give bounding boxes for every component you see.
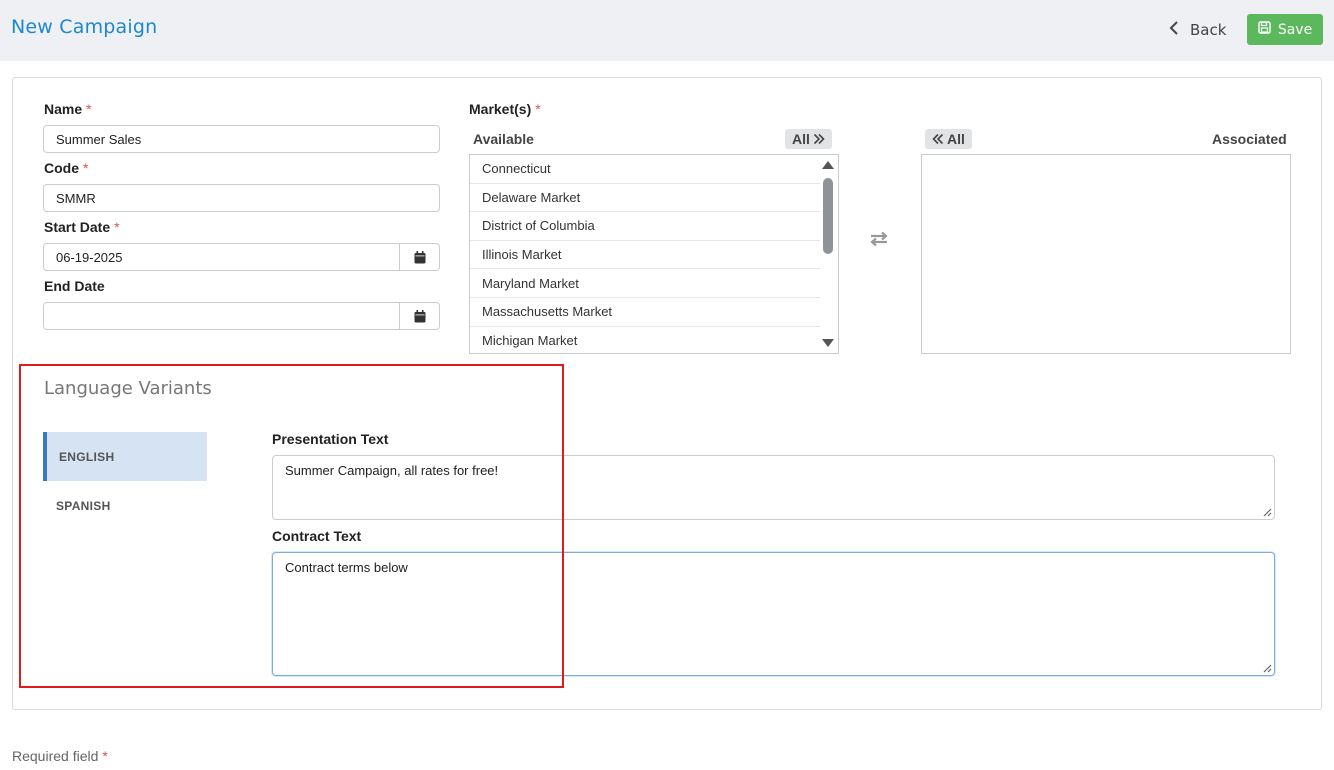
list-item[interactable]: Michigan Market (470, 327, 820, 353)
list-item[interactable]: Illinois Market (470, 241, 820, 270)
start-date-calendar-button[interactable] (399, 244, 439, 270)
swap-arrows-icon[interactable] (868, 231, 890, 247)
list-item[interactable]: District of Columbia (470, 212, 820, 241)
presentation-text-value: Summer Campaign, all rates for free! (285, 463, 499, 478)
resize-grip-icon[interactable] (1262, 663, 1272, 673)
available-items: Connecticut Delaware Market District of Co… (470, 155, 838, 353)
move-all-left-button[interactable]: All (925, 129, 972, 149)
list-item[interactable]: Massachusetts Market (470, 298, 820, 327)
required-field-note: Required field * (12, 748, 108, 764)
name-input[interactable]: Summer Sales (43, 125, 440, 153)
scrollbar[interactable] (820, 155, 838, 353)
code-label: Code * (44, 160, 89, 176)
end-date-field (43, 302, 440, 330)
end-date-calendar-button[interactable] (399, 303, 439, 329)
floppy-disk-icon (1258, 21, 1271, 38)
start-date-field: 06-19-2025 (43, 243, 440, 271)
double-chevron-right-icon (813, 133, 825, 145)
contract-text-area[interactable]: Contract terms below (272, 552, 1275, 676)
all-right-label: All (792, 131, 810, 147)
available-label: Available (473, 131, 534, 147)
contract-text-label: Contract Text (272, 528, 362, 544)
calendar-icon (414, 250, 425, 263)
start-date-input[interactable]: 06-19-2025 (44, 244, 399, 270)
double-chevron-left-icon (932, 133, 944, 145)
scroll-thumb[interactable] (823, 178, 833, 254)
resize-grip-icon[interactable] (1262, 507, 1272, 517)
start-date-label: Start Date * (44, 219, 120, 235)
scroll-down-arrow[interactable] (822, 339, 834, 347)
end-date-label: End Date (44, 278, 105, 294)
markets-label: Market(s) * (469, 101, 541, 117)
list-item[interactable]: Connecticut (470, 155, 820, 184)
presentation-text-label: Presentation Text (272, 431, 389, 447)
code-input[interactable]: SMMR (43, 184, 440, 212)
scroll-up-arrow[interactable] (822, 161, 834, 169)
list-item[interactable]: Maryland Market (470, 269, 820, 298)
end-date-input[interactable] (44, 303, 399, 329)
top-bar: New Campaign Back Save (0, 0, 1334, 61)
move-all-right-button[interactable]: All (785, 129, 832, 149)
tab-english[interactable]: ENGLISH (43, 432, 207, 481)
associated-markets-list[interactable] (921, 154, 1291, 354)
name-label: Name * (44, 101, 92, 117)
contract-text-value: Contract terms below (285, 560, 408, 575)
save-button[interactable]: Save (1247, 14, 1323, 45)
calendar-icon (414, 309, 425, 322)
back-button[interactable]: Back (1168, 17, 1226, 43)
save-label: Save (1277, 21, 1313, 38)
associated-label: Associated (1212, 131, 1287, 147)
presentation-text-area[interactable]: Summer Campaign, all rates for free! (272, 455, 1275, 520)
back-label: Back (1190, 21, 1227, 39)
page-title: New Campaign (11, 16, 158, 38)
available-markets-list[interactable]: Connecticut Delaware Market District of Co… (469, 154, 839, 354)
chevron-left-icon (1168, 21, 1180, 39)
language-variants-title: Language Variants (44, 378, 212, 399)
all-left-label: All (947, 131, 965, 147)
tab-spanish[interactable]: SPANISH (43, 481, 207, 530)
list-item[interactable]: Delaware Market (470, 184, 820, 213)
